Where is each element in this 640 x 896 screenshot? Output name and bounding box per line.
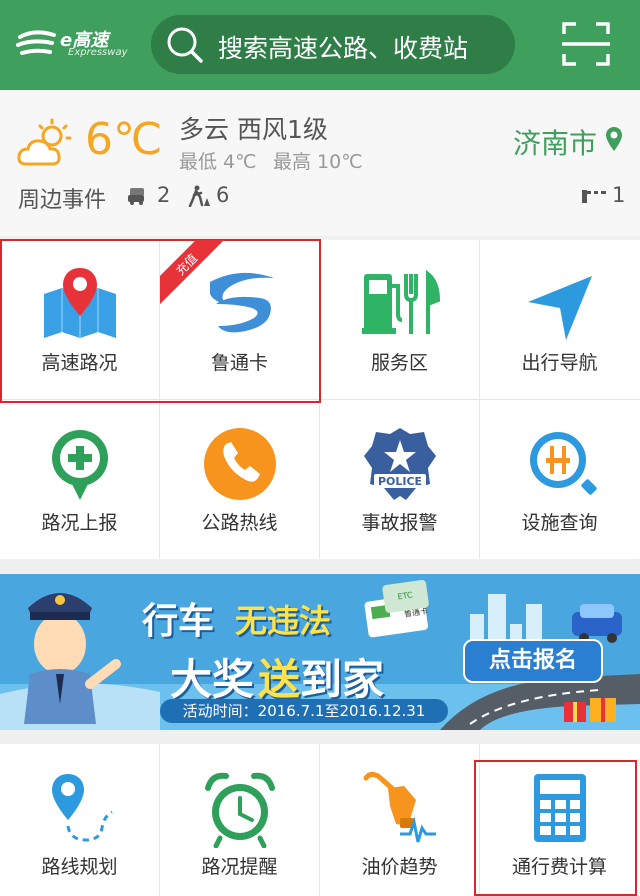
temperature: 6℃ (85, 114, 163, 165)
route-plan-icon (52, 774, 113, 842)
banner-line2-a: 大奖 (170, 655, 255, 704)
map-pin-icon (44, 268, 116, 338)
police-text: POLICE (378, 475, 422, 488)
function-grid-bottom: 路线规划 路况提醒 油价趋势 通行费计算 (0, 744, 640, 896)
grid-label: 路况上报 (41, 512, 118, 534)
grid-item-navigation[interactable]: 出行导航 (480, 240, 639, 399)
grid-item-route-plan[interactable]: 路线规划 (0, 744, 159, 896)
navigation-arrow-icon (528, 276, 592, 340)
grid-label: 服务区 (370, 352, 428, 374)
grid-item-service-area[interactable]: 服务区 (320, 240, 479, 399)
function-grid-top: 高速路况 鲁通卡 服务区 出行导航 路况上报 公路热线 POLICE 事故报警 … (0, 239, 640, 559)
grid-item-accident-alarm[interactable]: POLICE 事故报警 (320, 400, 479, 559)
banner-line1-b: 无违法 (235, 602, 332, 640)
grid-label: 事故报警 (361, 512, 438, 534)
grid-label: 鲁通卡 (210, 352, 268, 374)
toll-gate-count: 1 (612, 183, 626, 207)
banner-line2-b: 送 (258, 655, 301, 704)
partly-cloudy-icon (17, 118, 72, 166)
recharge-badge: 充值 (160, 240, 224, 304)
toll-gate-icon[interactable] (581, 188, 607, 204)
temp-low: 最低 4℃ (179, 151, 257, 173)
banner-line2-c: 到家 (300, 655, 385, 704)
grid-label: 路况提醒 (201, 856, 278, 878)
grid-item-fuel-price[interactable]: 油价趋势 (320, 744, 479, 896)
search-bar[interactable]: 搜索高速公路、收费站 (151, 15, 515, 74)
weather-panel[interactable]: 6℃ 多云 西风1级 最低 4℃ 最高 10℃ 济南市 周边事件 2 6 1 (0, 90, 640, 236)
grid-item-facility-search[interactable]: 设施查询 (480, 400, 639, 559)
grid-item-traffic[interactable]: 高速路况 (0, 240, 159, 399)
report-plus-icon (52, 430, 108, 500)
traffic-jam-count: 2 (157, 183, 171, 207)
weather-condition: 多云 西风1级 (179, 115, 328, 144)
police-badge-icon: POLICE (364, 428, 436, 500)
location-pin-icon[interactable] (605, 126, 623, 152)
grid-label: 通行费计算 (511, 856, 607, 878)
grid-label: 设施查询 (521, 512, 598, 534)
facility-search-icon (530, 432, 597, 495)
grid-label: 出行导航 (521, 352, 598, 374)
temp-high: 最高 10℃ (273, 151, 363, 173)
grid-label: 高速路况 (41, 352, 118, 374)
banner-date: 活动时间：2016.7.1至2016.12.31 (160, 699, 448, 723)
grid-item-traffic-alert[interactable]: 路况提醒 (160, 744, 319, 896)
search-placeholder: 搜索高速公路、收费站 (218, 34, 469, 63)
alarm-clock-icon (205, 772, 275, 848)
register-button[interactable]: 点击报名 (463, 639, 603, 683)
city-name[interactable]: 济南市 (513, 122, 597, 162)
gas-food-icon (362, 269, 440, 334)
nearby-events-label: 周边事件 (18, 188, 107, 213)
roadwork-count: 6 (216, 183, 230, 207)
grid-label: 路线规划 (41, 856, 118, 878)
scan-icon[interactable] (560, 20, 612, 68)
badge-text: 充值 (173, 251, 201, 279)
roadwork-icon[interactable] (187, 185, 211, 207)
logo-subtext: Expressway (68, 47, 128, 58)
banner-line1-a: 行车 (142, 601, 215, 642)
traffic-jam-icon[interactable] (126, 186, 150, 206)
grid-item-hotline[interactable]: 公路热线 (160, 400, 319, 559)
grid-item-toll-calculator[interactable]: 通行费计算 (480, 744, 639, 896)
search-icon (167, 27, 203, 63)
grid-item-report[interactable]: 路况上报 (0, 400, 159, 559)
grid-label: 公路热线 (201, 512, 278, 534)
expressway-logo-icon[interactable]: e高速 Expressway (16, 26, 128, 60)
grid-label: 油价趋势 (361, 856, 438, 878)
calculator-icon (534, 774, 586, 842)
app-header: e高速 Expressway 搜索高速公路、收费站 (0, 0, 640, 90)
fuel-price-icon (363, 771, 436, 843)
phone-icon (204, 428, 276, 500)
